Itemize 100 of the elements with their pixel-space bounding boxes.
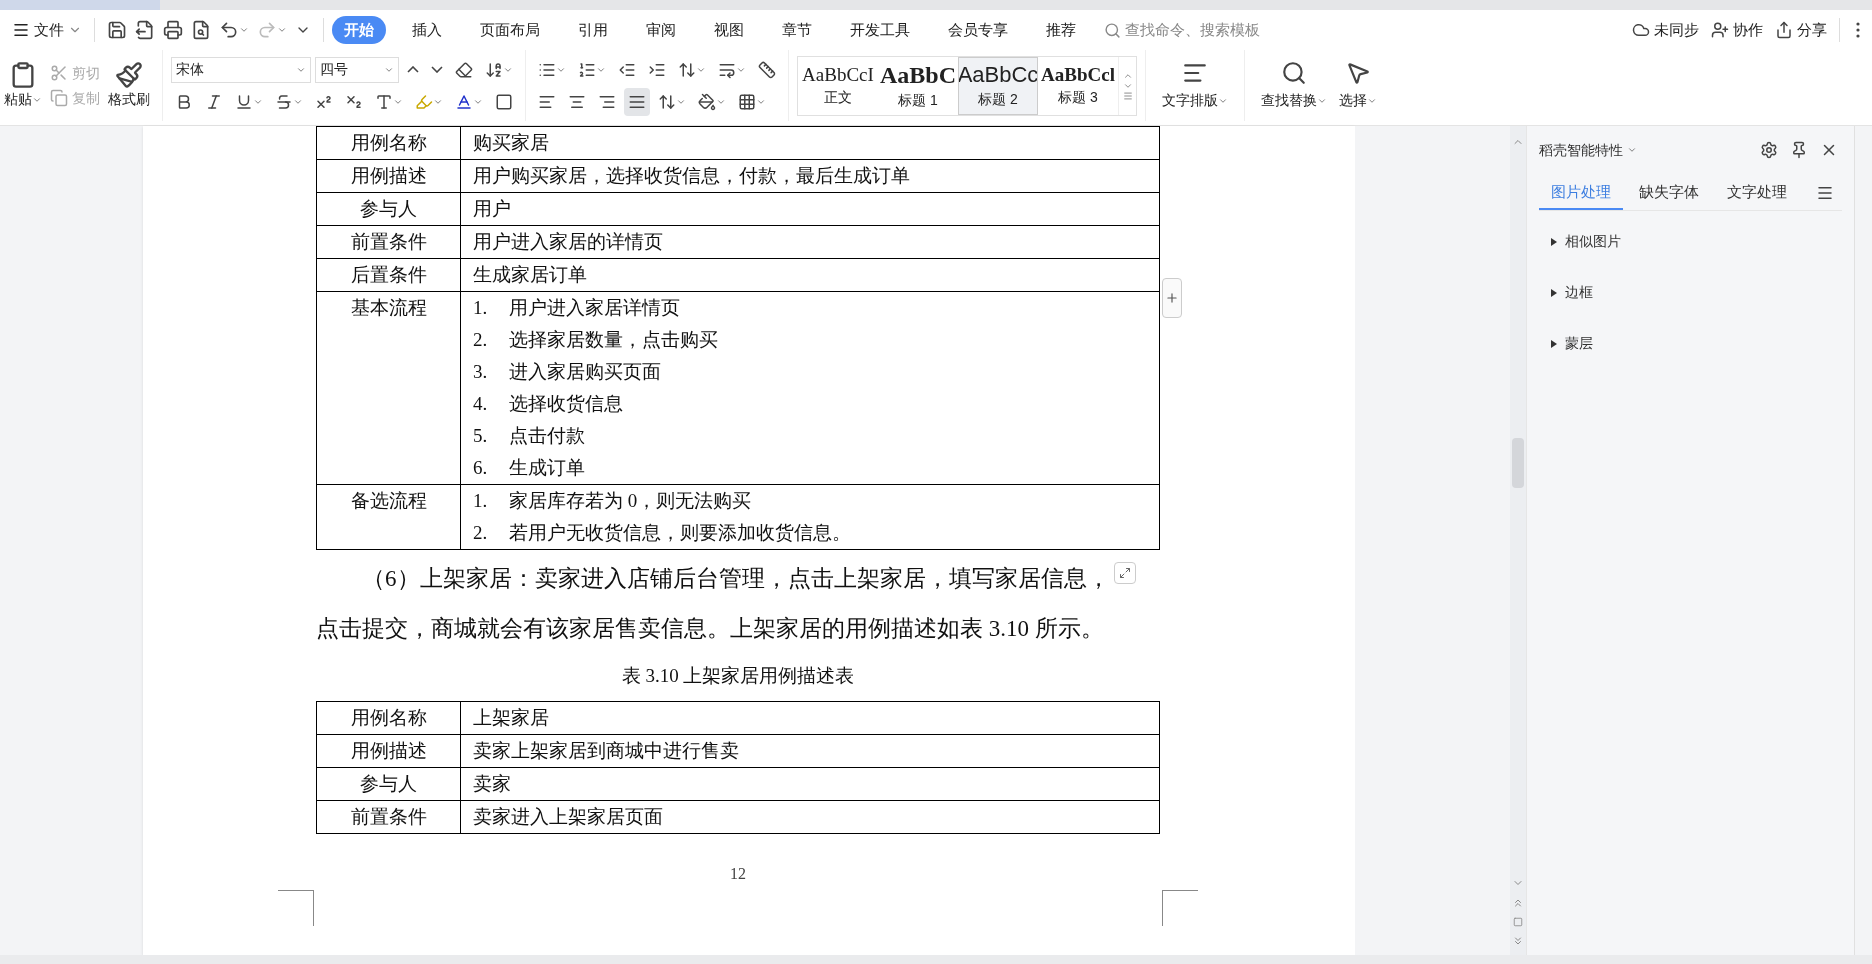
cloud-icon <box>1632 21 1650 39</box>
body-text: （6）上架家居：卖家进入店铺后台管理，点击上架家居，填写家居信息， <box>361 565 1110 593</box>
resize-handle[interactable] <box>1113 562 1136 584</box>
header-action[interactable]: 协作 <box>1711 18 1763 42</box>
cell-text: 用户进入家居的详情页 <box>473 230 663 254</box>
scrollbar[interactable] <box>1510 126 1526 955</box>
file-menu[interactable]: 文件 <box>8 18 86 42</box>
more-icon <box>1856 22 1860 38</box>
ribbon-tab[interactable]: 页面布局 <box>468 16 552 44</box>
menu-icon[interactable] <box>1816 184 1834 202</box>
crop-mark <box>1162 889 1198 926</box>
cell-text: 生成家居订单 <box>473 263 587 287</box>
panel-tab[interactable]: 文字处理 <box>1715 176 1799 210</box>
cell-text: 卖家 <box>473 771 511 796</box>
pin-icon[interactable] <box>1790 141 1808 159</box>
list-number: 4. <box>473 392 489 416</box>
search-icon <box>1281 60 1307 86</box>
search-field[interactable]: 查找命令、搜索模板 <box>1104 16 1304 44</box>
ribbon-tab[interactable]: 视图 <box>702 16 756 44</box>
table-cell: 参与人 <box>317 767 461 800</box>
pointer-icon <box>1345 60 1371 86</box>
cell-text: 卖家进入上架家居页面 <box>473 804 663 829</box>
ribbon-tab[interactable]: 引用 <box>566 16 620 44</box>
table-cell: 用例描述 <box>317 160 461 192</box>
panel-tab[interactable]: 图片处理 <box>1539 176 1623 210</box>
phonetic-icon <box>485 60 503 79</box>
caret-icon <box>277 25 287 35</box>
table-cell: 用例名称 <box>317 127 461 159</box>
list-number: 2. <box>473 521 489 545</box>
section-header[interactable]: 边框 <box>1551 282 1842 303</box>
underline-icon <box>235 92 253 111</box>
paste-button[interactable]: 粘贴 <box>4 61 42 110</box>
cell-text: 若用户无收货信息，则要添加收货信息。 <box>509 521 851 545</box>
style-preset[interactable]: AaBbC 标题 1 <box>878 56 958 115</box>
table-cell: 用例名称 <box>317 701 461 734</box>
sort-icon <box>678 60 696 79</box>
table-cell: 基本流程 <box>317 292 461 484</box>
font-size-dropdown[interactable]: 四号 <box>315 56 399 83</box>
caret-icon <box>239 25 249 35</box>
table-cell: 参与人 <box>317 193 461 225</box>
resize-icon <box>1118 567 1131 579</box>
char-border-icon <box>495 92 513 111</box>
cell-text: 进入家居购买页面 <box>509 360 661 384</box>
table-cell: 用例描述 <box>317 734 461 767</box>
triangle-icon <box>1551 288 1557 297</box>
copy-icon <box>50 89 68 107</box>
numbered-list-icon <box>578 60 596 79</box>
grow-font-icon <box>407 66 419 73</box>
triangle-icon <box>1551 237 1557 246</box>
ribbon-tab[interactable]: 会员专享 <box>936 16 1020 44</box>
user-plus-icon <box>1711 21 1729 39</box>
cell-text: 用户进入家居详情页 <box>509 296 680 320</box>
save-icon <box>107 20 127 40</box>
header-action[interactable]: 分享 <box>1775 18 1827 42</box>
cell-text: 选择家居数量，点击购买 <box>509 328 718 352</box>
paint-bucket-icon <box>698 92 716 111</box>
cell-text: 点击付款 <box>509 424 585 448</box>
cell-text: 购买家居 <box>473 131 549 155</box>
menu-icon <box>12 21 30 39</box>
crop-mark <box>278 889 314 926</box>
more-styles-icon <box>1122 90 1133 101</box>
style-preset[interactable]: AaBbCcI 正文 <box>798 56 878 115</box>
ribbon-tab[interactable]: 开发工具 <box>838 16 922 44</box>
panel-tab[interactable]: 缺失字体 <box>1627 176 1711 210</box>
cell-text: 生成订单 <box>509 456 585 480</box>
cell-text: 用户购买家居，选择收货信息，付款，最后生成订单 <box>473 164 910 188</box>
ribbon-tab[interactable]: 章节 <box>770 16 824 44</box>
format-painter-button[interactable]: 格式刷 <box>108 61 150 110</box>
browse-object-icon <box>1513 917 1523 927</box>
header-action[interactable]: 未同步 <box>1632 18 1699 42</box>
line-spacing-icon <box>658 92 676 111</box>
list-number: 5. <box>473 424 489 448</box>
triangle-icon <box>1551 339 1557 348</box>
cell-text: 家居库存若为 0，则无法购买 <box>509 489 752 513</box>
ribbon-tab[interactable]: 审阅 <box>634 16 688 44</box>
table-cell: 备选流程 <box>317 485 461 549</box>
section-header[interactable]: 蒙层 <box>1551 333 1842 354</box>
select-button[interactable]: 选择 <box>1339 60 1377 111</box>
font-name-dropdown[interactable]: 宋体 <box>171 56 311 83</box>
list-number: 3. <box>473 360 489 384</box>
section-header[interactable]: 相似图片 <box>1551 231 1842 252</box>
body-text: 点击提交，商城就会有该家居售卖信息。上架家居的用例描述如表 3.10 所示。 <box>316 615 1104 643</box>
ribbon-tab[interactable]: 插入 <box>400 16 454 44</box>
strikethrough-icon <box>275 92 293 111</box>
scroll-thumb[interactable] <box>1512 438 1524 488</box>
find-replace-button[interactable]: 查找替换 <box>1261 60 1327 111</box>
style-preset[interactable]: AaBbCcl 标题 3 <box>1038 56 1118 115</box>
settings-icon[interactable] <box>1760 141 1778 159</box>
text-effect-icon <box>375 92 393 111</box>
ruler-icon <box>758 60 776 79</box>
search-icon <box>1104 21 1121 39</box>
text-layout-button[interactable]: 文字排版 <box>1162 60 1228 111</box>
table-caption: 表 3.10 上架家居用例描述表 <box>621 664 855 688</box>
panel-title[interactable]: 稻壳智能特性 <box>1539 139 1637 161</box>
cell-text: 上架家居 <box>473 705 549 730</box>
justify-button[interactable] <box>624 87 650 116</box>
ribbon-tab[interactable]: 推荐 <box>1034 16 1088 44</box>
redo-icon <box>257 20 277 40</box>
italic-icon <box>205 92 223 111</box>
printer-icon <box>163 20 183 40</box>
